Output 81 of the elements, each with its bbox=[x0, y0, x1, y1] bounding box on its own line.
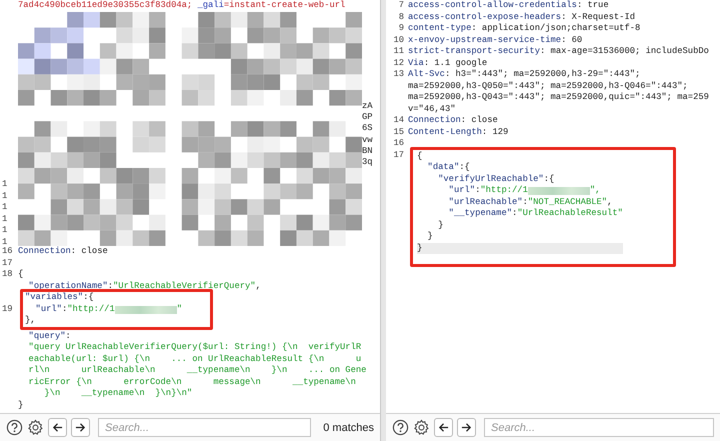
code-text: { bbox=[417, 150, 422, 162]
line-number: 15 bbox=[393, 126, 404, 136]
line-number: 1 bbox=[1, 202, 8, 214]
code-text: "operationName":"UrlReachableVerifierQuery", bbox=[28, 280, 261, 292]
code-text: rl\n urlReachable\n __typename\n }\n ... on Gene bbox=[28, 365, 366, 377]
line-number: 16 bbox=[2, 246, 13, 256]
code-text: Connection: close bbox=[18, 246, 108, 258]
forward-button[interactable] bbox=[457, 418, 476, 437]
code-text: ma=2592000,h3-Q050=":443"; ma=2592000,h3-Q046=":443"; bbox=[408, 80, 688, 92]
settings-icon[interactable] bbox=[413, 419, 430, 436]
code-text: "query UrlReachableVerifierQuery($url: String!) {\n verifyUrlR bbox=[28, 342, 362, 354]
line-number: 17 bbox=[393, 150, 404, 160]
code-text: ricError {\n errorCode\n message\n __typename\n bbox=[28, 376, 356, 388]
line-number: 17 bbox=[2, 258, 13, 268]
code-text: } bbox=[437, 220, 444, 231]
line-number: 1 bbox=[1, 225, 8, 237]
code-text: 6S bbox=[362, 123, 374, 135]
code-text: } bbox=[18, 400, 24, 412]
code-text: Via: 1.1 google bbox=[408, 58, 488, 69]
code-text: content-type: application/json;charset=utf-8 bbox=[408, 23, 640, 34]
code-text: GP bbox=[362, 112, 374, 124]
line-number: 10 bbox=[393, 34, 404, 44]
settings-icon[interactable] bbox=[27, 419, 44, 436]
code-text: "variables":{ bbox=[25, 292, 94, 304]
line-number: 11 bbox=[393, 46, 404, 56]
line-number: 1 bbox=[1, 214, 8, 226]
line-number: 1 bbox=[1, 236, 8, 247]
line-number: 18 bbox=[2, 269, 13, 280]
line-number: 13 bbox=[393, 69, 404, 79]
code-text: "__typename":"UrlReachableResult" bbox=[448, 208, 623, 220]
code-text: zA bbox=[362, 101, 374, 112]
code-text: Connection: close bbox=[408, 115, 498, 126]
code-text: " bbox=[176, 304, 182, 316]
line-number: 7 bbox=[398, 0, 404, 10]
back-button[interactable] bbox=[434, 418, 453, 437]
search-field[interactable]: Search... bbox=[98, 418, 312, 437]
code-text: }, bbox=[25, 315, 36, 327]
help-icon[interactable] bbox=[6, 419, 23, 436]
help-icon[interactable] bbox=[392, 419, 409, 436]
code-text: 3q bbox=[362, 156, 374, 168]
code-text: access-control-expose-headers: X-Request-Id bbox=[408, 12, 635, 23]
code-text: ", bbox=[590, 185, 600, 196]
blurred-block bbox=[114, 306, 177, 314]
code-text: }\n __typename\n }\n}\n" bbox=[43, 388, 192, 400]
code-text: Alt-Svc: h3=":443"; ma=2592000,h3-29=":443"; bbox=[408, 69, 640, 80]
right-arrow-icon bbox=[461, 422, 472, 433]
code-text: access-control-allow-credentials: true bbox=[408, 0, 609, 12]
code-text: v="46,43" bbox=[408, 104, 456, 115]
back-button[interactable] bbox=[48, 418, 67, 437]
line-number: 14 bbox=[393, 115, 404, 125]
left-arrow-icon bbox=[438, 422, 449, 433]
code-text: Content-Length: 129 bbox=[408, 126, 508, 138]
left-arrow-icon bbox=[52, 422, 63, 433]
code-text: "url":"http://1 bbox=[448, 185, 528, 196]
forward-button[interactable] bbox=[71, 418, 90, 437]
code-text: 7ad4c490bceb11ed9e30355c3f83d04a; _gali=instant-create-web-url bbox=[18, 0, 346, 12]
code-text: } bbox=[417, 242, 422, 254]
line-number: 8 bbox=[398, 12, 404, 22]
blurred-block bbox=[528, 187, 590, 195]
search-field[interactable]: Search... bbox=[484, 418, 714, 437]
code-text: "verifyUrlReachable":{ bbox=[437, 174, 554, 185]
line-number: 9 bbox=[398, 23, 404, 33]
code-text: } bbox=[426, 231, 433, 242]
code-text: BN bbox=[362, 146, 374, 157]
code-text: strict-transport-security: max-age=31536000; includeSubDo bbox=[408, 46, 709, 58]
code-text: "query": bbox=[28, 330, 71, 342]
line-number: 19 bbox=[2, 304, 13, 314]
code-text: "data":{ bbox=[426, 162, 470, 174]
code-text: eachable(url: $url) {\n ... on UrlReachableResult {\n u bbox=[28, 354, 362, 366]
line-number: 16 bbox=[393, 138, 404, 148]
line-number: 1 bbox=[1, 179, 8, 191]
line-number: 12 bbox=[393, 58, 404, 68]
right-arrow-icon bbox=[75, 422, 86, 433]
code-text: ma=2592000,h3-Q043=":443"; ma=2592000,quic=":443"; ma=259 bbox=[408, 92, 709, 104]
code-text: "urlReachable":"NOT_REACHABLE", bbox=[448, 196, 612, 208]
code-text: vw bbox=[362, 134, 374, 146]
code-text: "url":"http://1 bbox=[34, 304, 115, 316]
code-text: x-envoy-upstream-service-time: 60 bbox=[408, 34, 582, 46]
line-number: 1 bbox=[1, 190, 8, 202]
match-count: 0 matches bbox=[322, 422, 374, 434]
code-text: { bbox=[18, 269, 24, 281]
